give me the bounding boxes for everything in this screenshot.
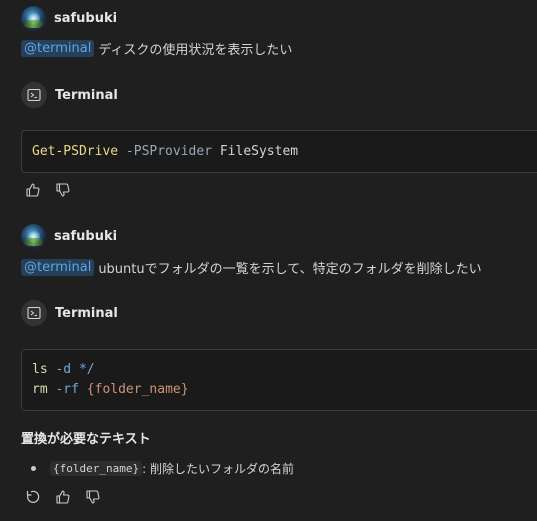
agent-name: Terminal bbox=[55, 87, 118, 103]
retry-icon[interactable] bbox=[24, 488, 42, 506]
code-line: rm -rf {folder_name} bbox=[32, 380, 527, 400]
feedback-actions bbox=[24, 488, 102, 506]
code-block[interactable]: ls -d */rm -rf {folder_name} bbox=[21, 349, 537, 411]
message-text: ubuntuでフォルダの一覧を示して、特定のフォルダを削除したい bbox=[98, 262, 482, 277]
list-item: {folder_name} : 削除したいフォルダの名前 bbox=[31, 460, 294, 477]
agent-header: Terminal bbox=[21, 82, 118, 108]
code-token: ls bbox=[32, 362, 48, 377]
code-token: -rf bbox=[55, 382, 79, 397]
user-avatar bbox=[21, 6, 46, 31]
code-token: FileSystem bbox=[212, 143, 299, 159]
code-block[interactable]: Get-PSDrive -PSProvider FileSystem bbox=[21, 130, 537, 173]
code-token: Get-PSDrive bbox=[32, 143, 119, 159]
message-text: ディスクの使用状況を表示したい bbox=[98, 43, 293, 58]
agent-name: Terminal bbox=[55, 305, 118, 321]
terminal-mention[interactable]: @terminal bbox=[21, 40, 95, 57]
placeholder-desc: : 削除したいフォルダの名前 bbox=[142, 462, 294, 476]
code-line: Get-PSDrive -PSProvider FileSystem bbox=[32, 142, 527, 162]
username: safubuki bbox=[54, 229, 118, 244]
user-message: @terminal ディスクの使用状況を表示したい bbox=[21, 39, 292, 58]
code-token: -d bbox=[55, 362, 72, 377]
code-token: {folder_name} bbox=[86, 382, 189, 397]
terminal-icon bbox=[21, 300, 47, 326]
code-token: rm bbox=[32, 382, 48, 397]
user-header: safubuki bbox=[21, 6, 117, 31]
thumbs-up-icon[interactable] bbox=[54, 488, 72, 506]
username: safubuki bbox=[54, 11, 118, 26]
terminal-mention[interactable]: @terminal bbox=[21, 259, 95, 276]
code-token: -PSProvider bbox=[125, 143, 213, 159]
section-title: 置換が必要なテキスト bbox=[21, 432, 151, 447]
placeholder-code: {folder_name} bbox=[50, 461, 143, 476]
terminal-icon bbox=[21, 82, 47, 108]
bullet bbox=[31, 466, 36, 471]
thumbs-down-icon[interactable] bbox=[54, 181, 72, 199]
user-message: @terminal ubuntuでフォルダの一覧を示して、特定のフォルダを削除し… bbox=[21, 258, 482, 277]
thumbs-up-icon[interactable] bbox=[24, 181, 42, 199]
feedback-actions bbox=[24, 181, 72, 199]
code-token: */ bbox=[78, 362, 95, 377]
thumbs-down-icon[interactable] bbox=[84, 488, 102, 506]
user-header: safubuki bbox=[21, 224, 117, 249]
code-line: ls -d */ bbox=[32, 360, 527, 380]
agent-header: Terminal bbox=[21, 300, 118, 326]
user-avatar bbox=[21, 224, 46, 249]
